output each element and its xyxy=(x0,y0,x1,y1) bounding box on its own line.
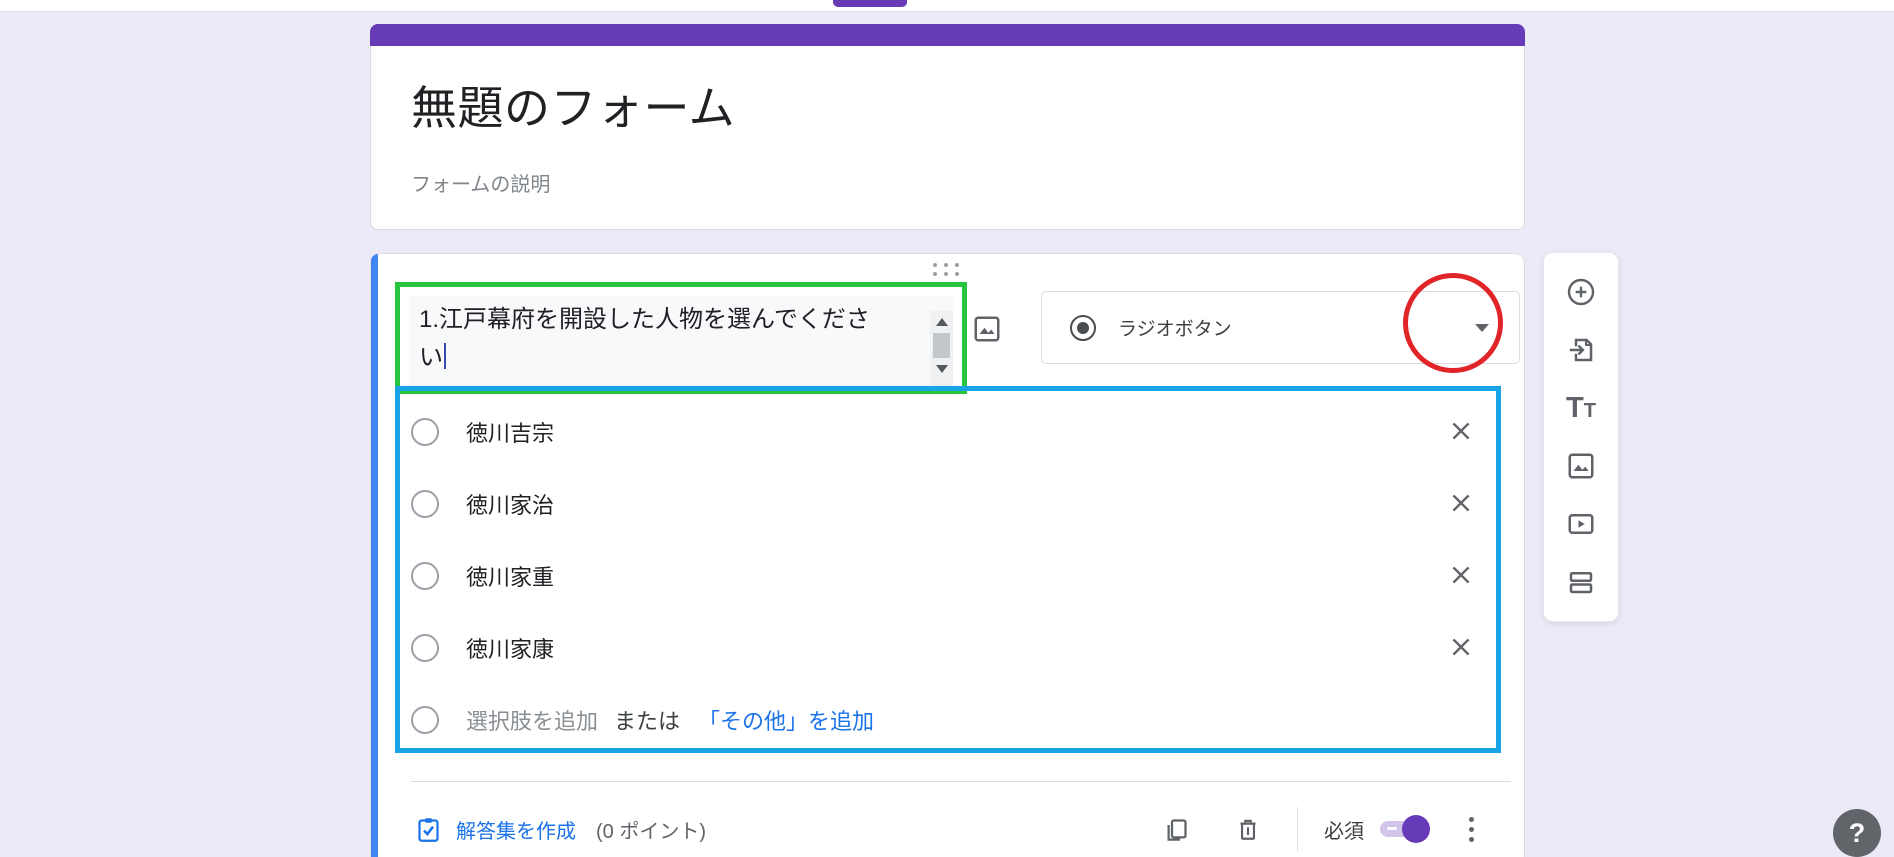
text-caret xyxy=(444,343,446,369)
remove-option-button[interactable] xyxy=(1447,634,1475,662)
close-icon xyxy=(1448,418,1474,444)
video-icon xyxy=(1566,509,1596,539)
close-icon xyxy=(1448,562,1474,588)
delete-question-button[interactable] xyxy=(1231,812,1265,846)
remove-option-button[interactable] xyxy=(1447,418,1475,446)
option-row: 徳川吉宗 xyxy=(395,396,1501,468)
points-label: (0 ポイント) xyxy=(596,815,706,844)
required-toggle[interactable] xyxy=(1380,821,1424,837)
question-text-line1: 1.江戸幕府を開設した人物を選んでくださ xyxy=(419,301,897,339)
question-type-dropdown[interactable]: ラジオボタン xyxy=(1041,291,1520,364)
radio-circle-icon xyxy=(411,706,439,734)
options-list: 徳川吉宗 徳川家治 徳川家重 徳川家康 xyxy=(395,386,1501,756)
toggle-track-dash xyxy=(1387,827,1397,830)
duplicate-question-button[interactable] xyxy=(1159,812,1193,846)
question-text-line2: い xyxy=(419,339,897,377)
scroll-up-arrow-icon[interactable] xyxy=(936,318,948,326)
question-title-input[interactable]: 1.江戸幕府を開設した人物を選んでくださ い xyxy=(409,296,953,389)
section-icon xyxy=(1566,567,1596,597)
toggle-knob xyxy=(1402,815,1430,843)
drag-handle-icon[interactable] xyxy=(933,263,959,276)
radio-button-icon xyxy=(1070,315,1096,341)
question-text: 1.江戸幕府を開設した人物を選んでくださ い xyxy=(409,296,897,377)
option-row: 徳川家治 xyxy=(395,468,1501,540)
plus-circle-icon xyxy=(1565,276,1597,308)
question-card: 1.江戸幕府を開設した人物を選んでくださ い ラジオボタン xyxy=(370,253,1525,857)
card-footer-divider xyxy=(411,781,1511,782)
help-button[interactable]: ? xyxy=(1833,809,1881,857)
form-title-card-body: 無題のフォーム フォームの説明 xyxy=(370,46,1525,230)
dropdown-arrow-icon xyxy=(1475,324,1489,332)
radio-circle-icon xyxy=(411,490,439,518)
radio-circle-icon xyxy=(411,418,439,446)
more-options-button[interactable] xyxy=(1454,812,1488,846)
add-title-button[interactable]: TT xyxy=(1563,390,1599,426)
option-label[interactable]: 徳川家重 xyxy=(466,560,554,592)
form-title-input[interactable]: 無題のフォーム xyxy=(411,46,1524,138)
radio-circle-icon xyxy=(411,562,439,590)
question-type-label: ラジオボタン xyxy=(1118,314,1232,341)
trash-icon xyxy=(1235,816,1261,842)
radio-circle-icon xyxy=(411,634,439,662)
selected-question-indicator xyxy=(371,254,378,857)
required-label: 必須 xyxy=(1324,815,1364,844)
side-toolbar: TT xyxy=(1543,252,1619,622)
answer-key-icon xyxy=(415,816,442,843)
app-header-bottom-edge xyxy=(0,0,1894,12)
textarea-scrollbar[interactable] xyxy=(930,311,953,389)
image-icon xyxy=(1566,451,1596,481)
add-option-row: 選択肢を追加 または 「その他」を追加 xyxy=(395,684,1501,756)
option-label[interactable]: 徳川吉宗 xyxy=(466,416,554,448)
add-image-button[interactable] xyxy=(1563,448,1599,484)
remove-option-button[interactable] xyxy=(1447,490,1475,518)
answer-key-button[interactable]: 解答集を作成 xyxy=(415,815,576,844)
close-icon xyxy=(1448,490,1474,516)
text-icon: TT xyxy=(1566,394,1596,423)
or-label: または xyxy=(614,704,680,736)
add-option-button[interactable]: 選択肢を追加 xyxy=(466,704,598,736)
add-image-to-question-button[interactable] xyxy=(965,307,1009,351)
import-questions-button[interactable] xyxy=(1563,332,1599,368)
footer-divider-vertical xyxy=(1297,807,1298,851)
option-label[interactable]: 徳川家治 xyxy=(466,488,554,520)
option-label[interactable]: 徳川家康 xyxy=(466,632,554,664)
form-title-card: 無題のフォーム フォームの説明 xyxy=(370,24,1525,230)
add-other-option-link[interactable]: 「その他」を追加 xyxy=(698,704,874,736)
import-icon xyxy=(1566,335,1596,365)
scrollbar-thumb[interactable] xyxy=(933,333,950,358)
kebab-menu-icon xyxy=(1469,817,1474,842)
active-tab-indicator xyxy=(833,0,907,7)
answer-key-label: 解答集を作成 xyxy=(456,815,576,844)
add-question-button[interactable] xyxy=(1563,274,1599,310)
help-icon: ? xyxy=(1849,818,1866,849)
close-icon xyxy=(1448,634,1474,660)
form-description-input[interactable]: フォームの説明 xyxy=(411,168,1524,197)
option-row: 徳川家康 xyxy=(395,612,1501,684)
google-forms-editor: 無題のフォーム フォームの説明 1.江戸幕府を開設した人物を選んでくださ い xyxy=(0,0,1894,857)
scroll-down-arrow-icon[interactable] xyxy=(936,365,948,373)
form-theme-accent-bar xyxy=(370,24,1525,46)
add-section-button[interactable] xyxy=(1563,564,1599,600)
image-icon xyxy=(972,314,1002,344)
option-row: 徳川家重 xyxy=(395,540,1501,612)
copy-icon xyxy=(1163,816,1190,843)
question-card-footer: 解答集を作成 (0 ポイント) 必須 xyxy=(415,799,1488,857)
remove-option-button[interactable] xyxy=(1447,562,1475,590)
add-video-button[interactable] xyxy=(1563,506,1599,542)
